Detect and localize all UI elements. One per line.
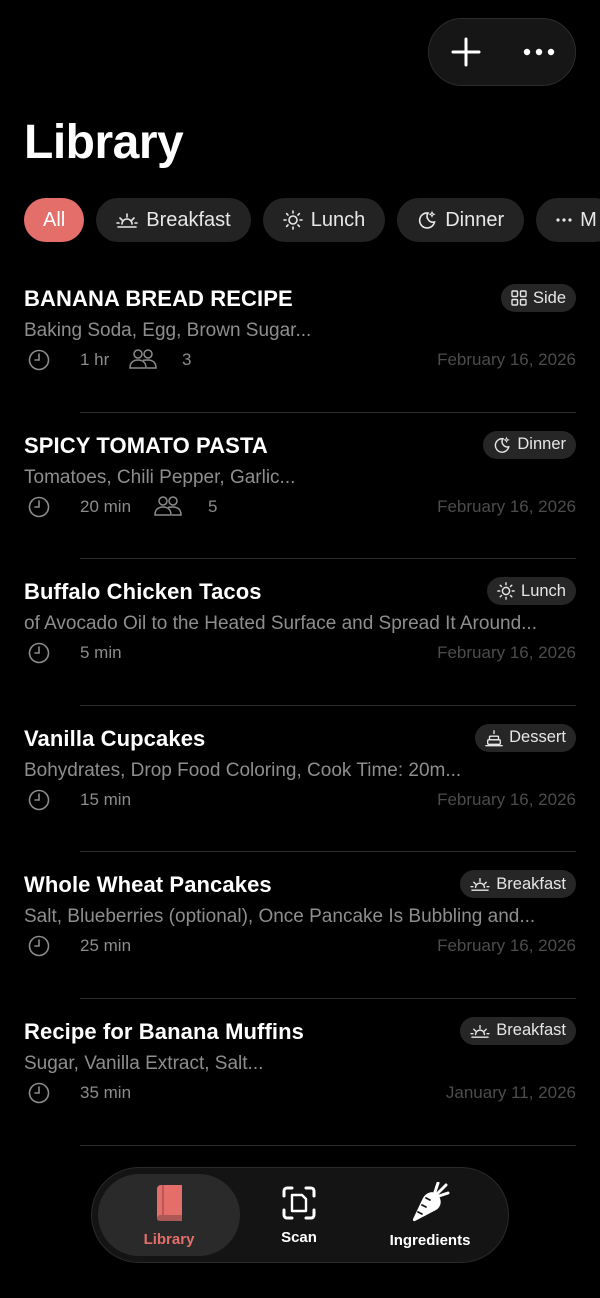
category-badge: Dinner [483, 430, 576, 459]
servings-count: 3 [182, 350, 192, 369]
sunrise-icon [116, 213, 139, 228]
filter-chip-breakfast[interactable]: Breakfast [96, 198, 251, 242]
category-label: Lunch [521, 581, 566, 600]
category-label: Breakfast [496, 874, 566, 893]
recipe-title: Vanilla Cupcakes [24, 725, 206, 751]
category-label: Dinner [517, 435, 566, 454]
tab-label: Scan [281, 1228, 317, 1246]
scan-icon [282, 1186, 316, 1219]
filter-chip-dinner[interactable]: Dinner [397, 198, 525, 242]
category-filter-bar: All Breakfast Lunch Dinner M [24, 198, 600, 242]
tab-library[interactable]: Library [98, 1174, 240, 1256]
recipe-date: February 16, 2026 [437, 496, 576, 516]
bottom-tab-bar: Library Scan Ingredients [91, 1167, 509, 1263]
recipe-meta: 15 min February 16, 2026 [24, 788, 576, 812]
recipe-title: Buffalo Chicken Tacos [24, 579, 262, 605]
recipe-title: Whole Wheat Pancakes [24, 872, 272, 898]
category-badge: Lunch [487, 577, 576, 606]
servings-count: 5 [208, 496, 218, 516]
ingredients-preview: Tomatoes, Chili Pepper, Garlic... [24, 466, 296, 488]
filter-chip-label: Dinner [445, 208, 505, 231]
ingredients-preview: Bohydrates, Drop Food Coloring, Cook Tim… [24, 759, 462, 781]
recipe-meta: 25 min February 16, 2026 [24, 934, 576, 958]
category-badge: Breakfast [460, 870, 576, 899]
category-badge: Dessert [475, 723, 576, 752]
filter-chip-label: All [43, 208, 66, 231]
recipe-meta: 5 min February 16, 2026 [24, 641, 576, 665]
tab-label: Library [143, 1230, 195, 1248]
ingredients-preview: Salt, Blueberries (optional), Once Panca… [24, 906, 536, 928]
tab-label: Ingredients [389, 1231, 471, 1249]
ingredients-preview: Sugar, Vanilla Extract, Salt... [24, 1052, 264, 1074]
recipe-title: SPICY TOMATO PASTA [24, 432, 268, 458]
more-options-button[interactable] [502, 18, 575, 86]
recipe-meta: 1 hr 3 February 16, 2026 [24, 348, 576, 372]
carrot-icon [412, 1181, 450, 1221]
cook-time: 15 min [80, 789, 132, 809]
filter-chip-label: M [580, 208, 597, 231]
recipe-row[interactable]: Whole Wheat Pancakes Breakfast Salt, Blu… [24, 852, 576, 999]
ingredients-preview: Baking Soda, Egg, Brown Sugar... [24, 320, 312, 341]
cook-time: 25 min [80, 936, 132, 956]
recipe-row[interactable]: SPICY TOMATO PASTA Dinner Tomatoes, Chil… [24, 413, 576, 560]
recipe-title: BANANA BREAD RECIPE [24, 286, 293, 311]
recipe-date: February 16, 2026 [437, 350, 576, 369]
row-divider [80, 1144, 576, 1146]
cook-time: 1 hr [80, 350, 110, 369]
moon-icon [495, 436, 511, 453]
sunrise-icon [470, 878, 490, 892]
category-label: Side [532, 288, 566, 307]
clock-icon [28, 789, 50, 811]
filter-chip-lunch[interactable]: Lunch [262, 198, 386, 242]
clock-icon [28, 936, 50, 957]
people-icon [154, 495, 182, 516]
library-screen: Library All Breakfast Lunch Dinner M BAN… [0, 0, 600, 1298]
category-badge: Side [500, 284, 576, 312]
filter-chip-label: Breakfast [146, 208, 231, 231]
plus-icon [451, 37, 480, 67]
more-icon [556, 218, 572, 222]
recipe-row[interactable]: Recipe for Banana Muffins Breakfast Suga… [24, 999, 576, 1146]
tab-ingredients[interactable]: Ingredients [364, 1174, 496, 1256]
category-badge: Breakfast [460, 1016, 576, 1045]
clock-icon [28, 1082, 50, 1104]
page-title: Library [24, 116, 184, 169]
tab-scan[interactable]: Scan [244, 1174, 354, 1256]
cook-time: 35 min [80, 1082, 132, 1102]
ingredients-preview: of Avocado Oil to the Heated Surface and… [24, 613, 537, 635]
cake-icon [485, 729, 503, 747]
recipe-meta: 35 min January 11, 2026 [24, 1081, 576, 1105]
recipe-title: Recipe for Banana Muffins [24, 1018, 304, 1044]
add-recipe-button[interactable] [429, 18, 502, 86]
filter-chip-all[interactable]: All [24, 198, 85, 242]
filter-chip-more[interactable]: M [536, 198, 600, 242]
sun-icon [497, 582, 515, 601]
cook-time: 5 min [80, 643, 122, 663]
more-icon [523, 48, 554, 56]
clock-icon [28, 642, 50, 664]
recipe-row[interactable]: Vanilla Cupcakes Dessert Bohydrates, Dro… [24, 706, 576, 853]
category-label: Breakfast [496, 1021, 566, 1040]
grid-icon [511, 290, 527, 306]
people-icon [129, 349, 157, 369]
clock-icon [28, 496, 50, 517]
cook-time: 20 min [80, 496, 132, 516]
recipe-date: January 11, 2026 [445, 1082, 576, 1102]
sun-icon [282, 210, 303, 230]
recipe-row[interactable]: BANANA BREAD RECIPE Side Baking Soda, Eg… [24, 266, 576, 413]
recipe-list: BANANA BREAD RECIPE Side Baking Soda, Eg… [24, 266, 576, 1146]
filter-chip-label: Lunch [310, 208, 366, 231]
moon-icon [419, 210, 436, 229]
recipe-meta: 20 min 5 February 16, 2026 [24, 495, 576, 519]
book-icon [157, 1184, 182, 1221]
recipe-date: February 16, 2026 [437, 643, 576, 663]
sunrise-icon [470, 1024, 490, 1038]
recipe-row[interactable]: Buffalo Chicken Tacos Lunch of Avocado O… [24, 559, 576, 706]
header-actions [428, 18, 576, 86]
category-label: Dessert [509, 728, 566, 747]
recipe-date: February 16, 2026 [437, 936, 576, 956]
recipe-date: February 16, 2026 [437, 789, 576, 809]
clock-icon [28, 349, 50, 371]
